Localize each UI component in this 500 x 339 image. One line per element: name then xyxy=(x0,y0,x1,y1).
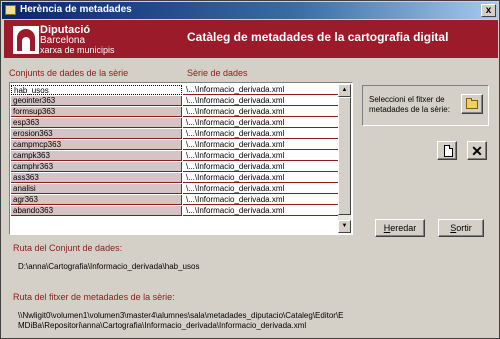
dataset-name-cell[interactable]: camphr363 xyxy=(11,162,182,172)
datasets-grid[interactable]: hab_usos \...\Informacio_derivada.xml geoi… xyxy=(9,82,353,235)
sortir-button[interactable]: Sortir xyxy=(438,219,484,237)
folder-open-icon xyxy=(466,98,478,109)
grid-vertical-scrollbar[interactable]: ▲ ▼ xyxy=(338,84,351,233)
sortir-button-label: Sortir xyxy=(450,223,472,233)
table-row[interactable]: campmcp363 \...\Informacio_derivada.xml xyxy=(11,140,340,151)
scroll-up-button[interactable]: ▲ xyxy=(338,84,351,97)
dataset-name-cell[interactable]: geointer363 xyxy=(11,96,182,106)
delete-button[interactable]: ✕ xyxy=(467,141,487,160)
column-header-serie: Sèrie de dades xyxy=(187,68,248,78)
dataset-name-cell[interactable]: campmcp363 xyxy=(11,140,182,150)
ruta-fitxer-label: Ruta del fitxer de metadades de la sèrie… xyxy=(13,292,175,302)
window-title: Herència de metadades xyxy=(20,4,132,15)
serie-file-cell[interactable]: \...\Informacio_derivada.xml xyxy=(183,85,340,95)
title-bar[interactable]: Herència de metadades x xyxy=(2,2,498,19)
banner-title: Catàleg de metadades de la cartografia d… xyxy=(187,30,449,44)
serie-file-cell[interactable]: \...\Informacio_derivada.xml xyxy=(183,173,340,183)
table-row[interactable]: abando363 \...\Informacio_derivada.xml xyxy=(11,206,340,217)
ruta-conjunt-label: Ruta del Conjunt de dades: xyxy=(13,243,123,253)
serie-file-cell[interactable]: \...\Informacio_derivada.xml xyxy=(183,195,340,205)
new-document-icon xyxy=(444,145,453,157)
app-icon xyxy=(5,5,16,15)
table-row[interactable]: analisi \...\Informacio_derivada.xml xyxy=(11,184,340,195)
serie-file-cell[interactable]: \...\Informacio_derivada.xml xyxy=(183,151,340,161)
table-row[interactable]: hab_usos \...\Informacio_derivada.xml xyxy=(11,85,340,96)
browse-folder-button[interactable] xyxy=(461,94,483,114)
table-row[interactable]: camphr363 \...\Informacio_derivada.xml xyxy=(11,162,340,173)
dataset-name-cell[interactable]: esp363 xyxy=(11,118,182,128)
dataset-name-cell[interactable]: campk363 xyxy=(11,151,182,161)
table-row[interactable]: erosion363 \...\Informacio_derivada.xml xyxy=(11,129,340,140)
ruta-fitxer-value-line2: MDiBa\Repositori\anna\Cartografia\Inform… xyxy=(18,321,307,330)
dialog-window: Herència de metadades x Diputació Barcel… xyxy=(0,0,500,339)
dataset-name-cell[interactable]: agr363 xyxy=(11,195,182,205)
ruta-conjunt-value: D:\anna\Cartografia\Informacio_derivada\… xyxy=(18,262,200,271)
serie-file-cell[interactable]: \...\Informacio_derivada.xml xyxy=(183,107,340,117)
serie-file-cell[interactable]: \...\Informacio_derivada.xml xyxy=(183,96,340,106)
table-row[interactable]: campk363 \...\Informacio_derivada.xml xyxy=(11,151,340,162)
diputacio-logo-icon xyxy=(13,26,39,54)
dataset-name-cell[interactable]: ass363 xyxy=(11,173,182,183)
scroll-thumb[interactable] xyxy=(338,97,351,215)
table-row[interactable]: ass363 \...\Informacio_derivada.xml xyxy=(11,173,340,184)
dataset-name-cell[interactable]: analisi xyxy=(11,184,182,194)
ruta-fitxer-value-line1: \\Nwligit0\volumen1\volumen3\master4\alu… xyxy=(18,311,344,320)
select-metadata-label: Seleccioni el fitxer de metadades de la … xyxy=(369,95,450,114)
serie-file-cell[interactable]: \...\Informacio_derivada.xml xyxy=(183,118,340,128)
serie-file-cell[interactable]: \...\Informacio_derivada.xml xyxy=(183,162,340,172)
select-metadata-group: Seleccioni el fitxer de metadades de la … xyxy=(362,85,489,126)
table-row[interactable]: formsup363 \...\Informacio_derivada.xml xyxy=(11,107,340,118)
header-banner: Diputació Barcelona xarxa de municipis C… xyxy=(4,20,498,58)
org-name-line3: xarxa de municipis xyxy=(40,45,115,55)
heredar-button[interactable]: Heredar xyxy=(375,219,425,237)
dataset-name-cell[interactable]: formsup363 xyxy=(11,107,182,117)
table-row[interactable]: geointer363 \...\Informacio_derivada.xml xyxy=(11,96,340,107)
serie-file-cell[interactable]: \...\Informacio_derivada.xml xyxy=(183,184,340,194)
scroll-down-button[interactable]: ▼ xyxy=(338,220,351,233)
table-row[interactable]: agr363 \...\Informacio_derivada.xml xyxy=(11,195,340,206)
serie-file-cell[interactable]: \...\Informacio_derivada.xml xyxy=(183,206,340,216)
serie-file-cell[interactable]: \...\Informacio_derivada.xml xyxy=(183,129,340,139)
dataset-name-cell[interactable]: hab_usos xyxy=(11,85,182,95)
new-document-button[interactable] xyxy=(437,141,457,160)
column-header-conjunts: Conjunts de dades de la sèrie xyxy=(9,68,129,78)
dataset-name-cell[interactable]: erosion363 xyxy=(11,129,182,139)
delete-x-icon: ✕ xyxy=(471,143,483,159)
dataset-name-cell[interactable]: abando363 xyxy=(11,206,182,216)
heredar-button-label: Heredar xyxy=(383,223,417,233)
grid-rows: hab_usos \...\Informacio_derivada.xml geoi… xyxy=(11,84,340,233)
table-row[interactable]: esp363 \...\Informacio_derivada.xml xyxy=(11,118,340,129)
close-button[interactable]: x xyxy=(481,4,496,17)
serie-file-cell[interactable]: \...\Informacio_derivada.xml xyxy=(183,140,340,150)
